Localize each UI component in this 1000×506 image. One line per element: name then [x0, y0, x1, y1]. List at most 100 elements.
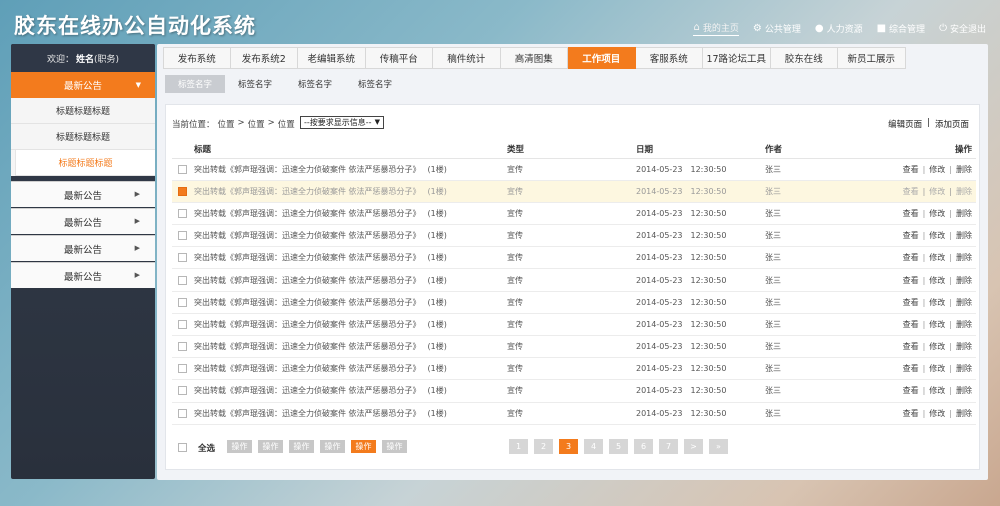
row-op-edit-link[interactable]: 修改	[929, 386, 945, 395]
row-op-view-link[interactable]: 查看	[903, 409, 919, 418]
tab-item[interactable]: 稿件统计	[433, 47, 501, 69]
batch-op-button[interactable]: 操作	[351, 440, 376, 453]
row-title-cell[interactable]: 突出转载《郭声琨强调：迅速全力侦破案件 依法严惩暴恐分子》 (1楼)	[194, 268, 507, 292]
row-op-view-link[interactable]: 查看	[903, 253, 919, 262]
batch-op-button[interactable]: 操作	[320, 440, 345, 453]
row-title-cell[interactable]: 突出转载《郭声琨强调：迅速全力侦破案件 依法严惩暴恐分子》 (1楼)	[194, 158, 507, 181]
batch-op-button[interactable]: 操作	[258, 440, 283, 453]
row-checkbox[interactable]	[178, 364, 187, 374]
row-title-cell[interactable]: 突出转载《郭声琨强调：迅速全力侦破案件 依法严惩暴恐分子》 (1楼)	[194, 402, 507, 425]
row-op-delete-link[interactable]: 删除	[956, 253, 972, 262]
row-title-cell[interactable]: 突出转载《郭声琨强调：迅速全力侦破案件 依法严惩暴恐分子》 (1楼)	[194, 224, 507, 248]
sidebar-sub-item-active[interactable]: 标题标题标题	[15, 150, 155, 176]
filter-select[interactable]: --按要求显示信息-- ▼	[300, 116, 384, 129]
row-op-view-link[interactable]: 查看	[903, 231, 919, 240]
row-title-cell[interactable]: 突出转载《郭声琨强调：迅速全力侦破案件 依法严惩暴恐分子》 (1楼)	[194, 335, 507, 359]
row-op-edit-link[interactable]: 修改	[929, 298, 945, 307]
row-checkbox[interactable]	[178, 186, 187, 196]
row-title[interactable]: 突出转载《郭声琨强调：迅速全力侦破案件 依法严惩暴恐分子》	[194, 409, 421, 418]
add-page-link[interactable]: 添加页面	[935, 118, 969, 130]
row-op-view-link[interactable]: 查看	[903, 364, 919, 373]
row-op-edit-link[interactable]: 修改	[929, 320, 945, 329]
page-button[interactable]: »	[709, 439, 728, 454]
subtab-item[interactable]: 标签名字	[165, 75, 225, 93]
row-op-delete-link[interactable]: 删除	[956, 209, 972, 218]
row-op-edit-link[interactable]: 修改	[929, 165, 945, 174]
tab-item[interactable]: 17路论坛工具	[703, 47, 771, 69]
row-op-view-link[interactable]: 查看	[903, 342, 919, 351]
row-op-delete-link[interactable]: 删除	[956, 342, 972, 351]
row-op-delete-link[interactable]: 删除	[956, 364, 972, 373]
row-title[interactable]: 突出转载《郭声琨强调：迅速全力侦破案件 依法严惩暴恐分子》	[194, 276, 421, 285]
page-button[interactable]: 5	[609, 439, 628, 454]
row-title-cell[interactable]: 突出转载《郭声琨强调：迅速全力侦破案件 依法严惩暴恐分子》 (1楼)	[194, 291, 507, 314]
tab-item[interactable]: 新员工展示	[838, 47, 906, 69]
row-op-view-link[interactable]: 查看	[903, 276, 919, 285]
row-checkbox[interactable]	[178, 342, 187, 352]
tab-item[interactable]: 发布系统	[163, 47, 231, 69]
row-checkbox[interactable]	[178, 275, 187, 285]
row-checkbox[interactable]	[178, 208, 187, 218]
top-nav-logout[interactable]: ⏻ 安全退出	[939, 21, 986, 36]
page-button[interactable]: 4	[584, 439, 603, 454]
row-title-cell[interactable]: 突出转载《郭声琨强调：迅速全力侦破案件 依法严惩暴恐分子》 (1楼)	[194, 313, 507, 337]
subtab-item[interactable]: 标签名字	[225, 75, 285, 93]
row-title-cell[interactable]: 突出转载《郭声琨强调：迅速全力侦破案件 依法严惩暴恐分子》 (1楼)	[194, 357, 507, 381]
breadcrumb-item[interactable]: 位置	[278, 118, 295, 130]
sidebar-group[interactable]: 最新公告 ▶	[11, 262, 155, 288]
row-title[interactable]: 突出转载《郭声琨强调：迅速全力侦破案件 依法严惩暴恐分子》	[194, 364, 421, 373]
row-title[interactable]: 突出转载《郭声琨强调：迅速全力侦破案件 依法严惩暴恐分子》	[194, 320, 421, 329]
row-op-edit-link[interactable]: 修改	[929, 276, 945, 285]
page-button[interactable]: 3	[559, 439, 578, 454]
row-op-edit-link[interactable]: 修改	[929, 409, 945, 418]
tab-item[interactable]: 高清图集	[500, 47, 568, 69]
subtab-item[interactable]: 标签名字	[285, 75, 345, 93]
row-op-edit-link[interactable]: 修改	[929, 342, 945, 351]
row-checkbox[interactable]	[178, 164, 187, 174]
row-title[interactable]: 突出转载《郭声琨强调：迅速全力侦破案件 依法严惩暴恐分子》	[194, 209, 421, 218]
sidebar-sub-item[interactable]: 标题标题标题	[11, 124, 155, 150]
sidebar-group[interactable]: 最新公告 ▶	[11, 235, 155, 261]
sidebar-group-active[interactable]: 最新公告 ▼	[11, 72, 155, 98]
row-op-edit-link[interactable]: 修改	[929, 253, 945, 262]
row-title[interactable]: 突出转载《郭声琨强调：迅速全力侦破案件 依法严惩暴恐分子》	[194, 231, 421, 240]
row-op-edit-link[interactable]: 修改	[929, 187, 945, 196]
row-title[interactable]: 突出转载《郭声琨强调：迅速全力侦破案件 依法严惩暴恐分子》	[194, 342, 421, 351]
row-op-delete-link[interactable]: 删除	[956, 165, 972, 174]
row-op-view-link[interactable]: 查看	[903, 187, 919, 196]
batch-op-button[interactable]: 操作	[382, 440, 407, 453]
row-op-delete-link[interactable]: 删除	[956, 276, 972, 285]
edit-page-link[interactable]: 编辑页面	[888, 118, 922, 130]
top-nav-general[interactable]: ■ 综合管理	[877, 21, 925, 36]
tab-item[interactable]: 客服系统	[635, 47, 703, 69]
page-button[interactable]: 2	[534, 439, 553, 454]
top-nav-hr[interactable]: ● 人力资源	[815, 21, 863, 36]
row-title[interactable]: 突出转载《郭声琨强调：迅速全力侦破案件 依法严惩暴恐分子》	[194, 187, 421, 196]
batch-op-button[interactable]: 操作	[289, 440, 314, 453]
row-op-view-link[interactable]: 查看	[903, 209, 919, 218]
tab-item[interactable]: 胶东在线	[770, 47, 838, 69]
subtab-item[interactable]: 标签名字	[345, 75, 405, 93]
row-title-cell[interactable]: 突出转载《郭声琨强调：迅速全力侦破案件 依法严惩暴恐分子》 (1楼)	[194, 379, 507, 403]
top-nav-public[interactable]: ⚙ 公共管理	[753, 21, 801, 36]
row-op-view-link[interactable]: 查看	[903, 320, 919, 329]
row-checkbox[interactable]	[178, 297, 187, 307]
row-checkbox[interactable]	[178, 408, 187, 418]
row-op-view-link[interactable]: 查看	[903, 386, 919, 395]
row-checkbox[interactable]	[178, 231, 187, 241]
row-op-delete-link[interactable]: 删除	[956, 298, 972, 307]
row-op-edit-link[interactable]: 修改	[929, 209, 945, 218]
row-title-cell[interactable]: 突出转载《郭声琨强调：迅速全力侦破案件 依法严惩暴恐分子》 (1楼)	[194, 202, 507, 226]
row-checkbox[interactable]	[178, 319, 187, 329]
page-button[interactable]: 7	[659, 439, 678, 454]
breadcrumb-item[interactable]: 位置	[248, 118, 265, 130]
row-op-delete-link[interactable]: 删除	[956, 320, 972, 329]
row-title[interactable]: 突出转载《郭声琨强调：迅速全力侦破案件 依法严惩暴恐分子》	[194, 386, 421, 395]
tab-item[interactable]: 老编辑系统	[298, 47, 366, 69]
page-button[interactable]: 1	[509, 439, 528, 454]
breadcrumb-item[interactable]: 位置	[218, 118, 235, 130]
row-op-delete-link[interactable]: 删除	[956, 409, 972, 418]
row-title[interactable]: 突出转载《郭声琨强调：迅速全力侦破案件 依法严惩暴恐分子》	[194, 165, 421, 174]
top-nav-home[interactable]: ⌂ 我的主页	[693, 21, 739, 36]
select-all-label[interactable]: 全选	[198, 442, 215, 454]
